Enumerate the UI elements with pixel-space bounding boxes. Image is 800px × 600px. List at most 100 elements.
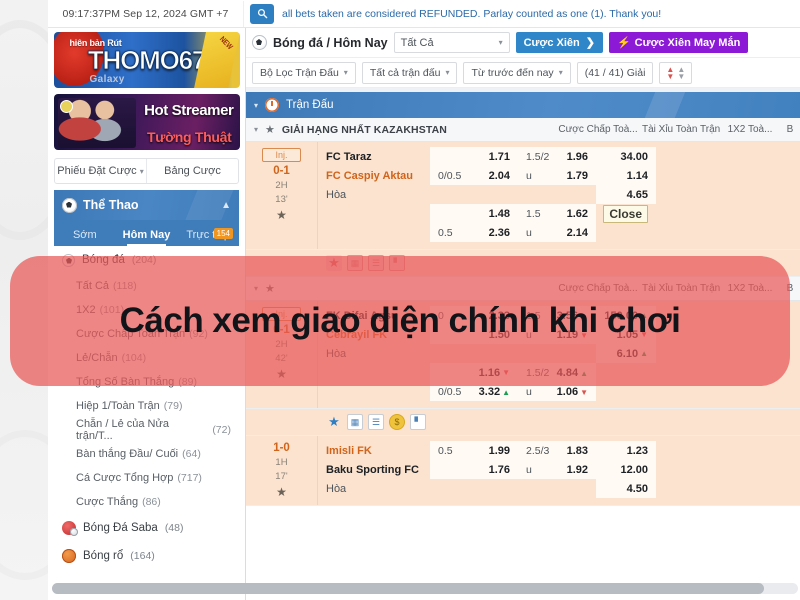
odd-cell[interactable]: 1.76 — [430, 460, 518, 479]
odd-cell[interactable]: 1.05 ▼ — [596, 325, 656, 344]
favorite-star-icon[interactable]: ★ — [276, 485, 287, 499]
match-filter-dropdown[interactable]: Bộ Lọc Trận Đấu ▾ — [252, 61, 356, 84]
tab-bet-slip[interactable]: Phiếu Đặt Cược ▾ — [55, 159, 147, 183]
odd-cell[interactable]: u 1.92 — [518, 460, 596, 479]
tab-bet-board[interactable]: Bảng Cược — [147, 159, 238, 183]
sidebar-tab-homnay[interactable]: Hôm Nay — [116, 229, 178, 246]
sidebar-tab-som[interactable]: Sớm — [54, 229, 116, 246]
sidebar-item-saba-football[interactable]: Bóng Đá Saba (48) — [54, 514, 239, 542]
list-icon[interactable]: ☰ — [368, 414, 384, 430]
odd-cell[interactable]: 4.65 — [596, 185, 656, 204]
odd-cell[interactable]: 4.50 — [596, 479, 656, 498]
odd-cell[interactable]: 1.5 3.56 ▲ — [518, 306, 596, 325]
odd-cell[interactable]: 1.5/2 1.96 — [518, 147, 596, 166]
promo-banner-hot-streamer[interactable]: Hot Streamer Tường Thuật — [53, 94, 240, 150]
status-badge: Inj. — [262, 148, 301, 162]
sidebar-item-market-8[interactable]: Cá Cược Tổng Hợp (717) — [54, 466, 239, 490]
sports-section-header[interactable]: Thể Thao ▲ — [54, 190, 239, 220]
odd-cell[interactable]: u 1.19 ▼ — [518, 325, 596, 344]
sidebar-item-basketball[interactable]: Bóng rổ (164) — [54, 542, 239, 570]
odd-cell[interactable]: 0.5 1.99 — [430, 441, 518, 460]
table-row[interactable]: Inj. 0-1 2H 42' ★ FK Difai Agsu Cebrayil… — [246, 301, 800, 409]
lightning-icon: ⚡ — [616, 37, 631, 49]
league-header[interactable]: ▾ ★ Cược Chấp Toà... Tài Xỉu Toàn Trận 1… — [246, 277, 800, 301]
star-icon[interactable]: ★ — [265, 123, 275, 136]
odd-cell[interactable]: 1.16 ▼ — [430, 363, 518, 382]
sidebar-tab-tructiep[interactable]: Trực tiếp 154 — [177, 228, 239, 246]
league-count-button[interactable]: (41 / 41) Giải — [576, 61, 654, 84]
odd-cell[interactable]: 2.5/3 1.83 — [518, 441, 596, 460]
odd-cell[interactable]: 6.10 ▲ — [596, 344, 656, 363]
column-header-handicap: Cược Chấp Toà... — [558, 124, 638, 135]
time-range-dropdown[interactable]: Từ trước đến nay ▾ — [463, 61, 571, 84]
odd-cell[interactable]: 1.23 — [596, 441, 656, 460]
odd-value: 1.83 — [566, 444, 588, 457]
promo-banner-thomo67[interactable]: hiên bản Rút THOMO67 Galaxy NEW — [53, 32, 240, 88]
column-header-b: B — [786, 124, 794, 135]
odd-cell[interactable]: 1.50 — [430, 325, 518, 344]
odd-cell[interactable]: 1.48 — [430, 204, 518, 223]
pitch-icon[interactable]: ▦ — [347, 255, 363, 271]
chevron-up-icon[interactable]: ▲ — [221, 200, 231, 211]
league-select[interactable]: Tất Cả ▾ — [393, 32, 510, 53]
odd-cell[interactable]: 1.5 1.62 — [518, 204, 596, 223]
table-row[interactable]: 1-0 1H 17' ★ Imisli FK Baku Sporting FC … — [246, 436, 800, 506]
odd-cell[interactable]: 150.00 ▲ — [596, 306, 656, 325]
search-icon[interactable] — [250, 3, 274, 24]
time-range-label: Từ trước đến nay — [471, 66, 554, 79]
breadcrumb: Bóng đá / Hôm Nay — [273, 35, 388, 50]
arrow-up-icon: ▲ — [640, 349, 648, 358]
odd-cell[interactable]: 0 2.33 — [430, 306, 518, 325]
parlay-button[interactable]: Cược Xiên ❯ — [515, 32, 603, 53]
all-matches-dropdown[interactable]: Tất cả trận đấu ▾ — [361, 61, 458, 84]
sort-toggle-button[interactable]: ▲ ▼ ▲ ▼ — [659, 61, 693, 84]
favorite-star-icon[interactable]: ★ — [276, 367, 287, 381]
odd-value: 1.06 — [556, 385, 579, 398]
sidebar-item-market-7[interactable]: Bàn thắng Đầu/ Cuối (64) — [54, 442, 239, 466]
pitch-icon[interactable]: ▦ — [347, 414, 363, 430]
sidebar-item-market-9[interactable]: Cược Thắng (86) — [54, 490, 239, 514]
odd-cell[interactable]: 1.71 — [430, 147, 518, 166]
sidebar-item-market-5[interactable]: Hiệp 1/Toàn Trận (79) — [54, 394, 239, 418]
sidebar-item-football[interactable]: Bóng đá (204) — [54, 246, 239, 274]
odd-cell-empty — [430, 185, 518, 204]
sidebar-item-market-0[interactable]: Tất Cả (118) — [54, 274, 239, 298]
table-row[interactable]: Inj. 0-1 2H 13' ★ FC Taraz FC Caspiy Akt… — [246, 142, 800, 250]
chevron-down-icon[interactable]: ▾ — [254, 101, 258, 110]
favorite-star-icon[interactable]: ★ — [276, 208, 287, 222]
star-icon[interactable]: ★ — [326, 414, 342, 430]
odd-cell[interactable]: u 2.14 — [518, 223, 596, 242]
sidebar-item-market-3[interactable]: Lẻ/Chẵn (104) — [54, 346, 239, 370]
sidebar-item-market-6[interactable]: Chẵn / Lẻ của Nửa trận/T... (72) — [54, 418, 239, 442]
odd-cell[interactable]: 1.14 — [596, 166, 656, 185]
market-label-7: Bàn thắng Đầu/ Cuối — [76, 448, 179, 460]
market-label-9: Cược Thắng — [76, 496, 139, 508]
stats-icon[interactable]: ▘ — [410, 414, 426, 430]
odd-cell[interactable]: 0/0.5 3.32 ▲ — [430, 382, 518, 401]
column-header-handicap: Cược Chấp Toà... — [558, 283, 638, 294]
odd-cell[interactable]: 0.5 2.36 — [430, 223, 518, 242]
ou-line: 1.5/2 — [526, 150, 550, 163]
list-icon[interactable]: ☰ — [368, 255, 384, 271]
chevron-down-icon[interactable]: ▾ — [254, 284, 258, 293]
horizontal-scrollbar[interactable] — [52, 583, 798, 594]
odd-cell[interactable]: u 1.79 — [518, 166, 596, 185]
sidebar-item-market-2[interactable]: Cược Chấp Toàn Trận (92) — [54, 322, 239, 346]
coin-icon[interactable]: $ — [389, 414, 405, 430]
odd-cell[interactable]: 12.00 — [596, 460, 656, 479]
sidebar-item-market-1[interactable]: 1X2 (101) — [54, 298, 239, 322]
odd-cell[interactable]: 34.00 — [596, 147, 656, 166]
match-action-icons: ★ ▦ ☰ $ ▘ — [246, 409, 800, 436]
odd-cell[interactable]: 1.5/2 4.84 ▲ — [518, 363, 596, 382]
sidebar-item-market-4[interactable]: Tổng Số Bàn Thắng (89) — [54, 370, 239, 394]
odd-cell[interactable]: 0/0.5 2.04 — [430, 166, 518, 185]
star-icon[interactable]: ★ — [265, 282, 275, 295]
league-header[interactable]: ▾ ★ GIẢI HẠNG NHẤT KAZAKHSTAN Cược Chấp … — [246, 118, 800, 142]
chevron-down-icon[interactable]: ▾ — [254, 125, 258, 134]
match-section-header[interactable]: ▾ Trận Đấu — [246, 92, 800, 118]
stats-icon[interactable]: ▘ — [389, 255, 405, 271]
lucky-parlay-button[interactable]: ⚡ Cược Xiên May Mắn — [608, 32, 749, 53]
scrollbar-thumb[interactable] — [52, 583, 764, 594]
odd-cell[interactable]: u 1.06 ▼ — [518, 382, 596, 401]
star-icon[interactable]: ★ — [326, 255, 342, 271]
